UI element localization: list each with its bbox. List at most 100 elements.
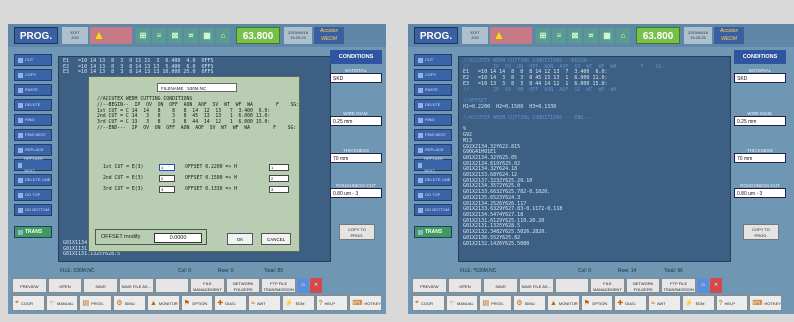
toolbar-button[interactable]: NETWORK FOLDERS xyxy=(225,278,261,293)
program-editor[interactable]: //ACCUTEX WEDM CUTTING CONDITIONS --BEGI… xyxy=(458,56,731,262)
sidebar-icon xyxy=(418,72,423,78)
mode-button-awt[interactable]: ≈ AWT xyxy=(648,295,681,311)
material-select[interactable]: SKD xyxy=(330,73,382,83)
toolbar-button[interactable]: SAVE FILE AS... xyxy=(118,278,154,293)
sidebar-button-replace-next[interactable]: REPLACE NEXT xyxy=(414,156,452,173)
conditions-title[interactable]: CONDITIONS xyxy=(734,50,786,64)
sidebar-button-go-bottom[interactable]: GO BOTTOM xyxy=(414,204,452,216)
cancel-button[interactable]: CANCEL xyxy=(261,233,291,245)
toolbar-button[interactable]: SAVE xyxy=(83,278,118,293)
toolbar-button[interactable]: PREVIEW xyxy=(12,278,47,293)
sidebar-button-cut[interactable]: CUT xyxy=(14,54,52,66)
toolbar-button[interactable]: FTP FILE TRANSMISSION xyxy=(261,278,296,293)
mode-button-option[interactable]: ⚑ OPTION xyxy=(580,295,614,311)
mode-button-prog[interactable]: ▤ PROG. xyxy=(79,295,113,311)
thickness-select[interactable]: 70 mm xyxy=(330,153,382,163)
mode-button-prog[interactable]: ▤ PROG. xyxy=(479,295,513,311)
offset-result-input[interactable]: 2 xyxy=(269,175,289,182)
toolbar-button[interactable]: FILE MANAGEMENT xyxy=(190,278,225,293)
mode-button-help[interactable]: ? HELP xyxy=(715,295,749,311)
sidebar-icon xyxy=(18,229,23,235)
mode-button-hotkey[interactable]: ⌨ HOTKEY xyxy=(749,295,783,311)
offset-input[interactable]: 2 xyxy=(159,175,175,182)
prog-mode-button[interactable]: PROG. xyxy=(414,27,458,44)
mode-button-monitor[interactable]: ▲ MONITOR xyxy=(146,295,180,311)
toolbar-button[interactable]: SAVE FILE AS... xyxy=(518,278,554,293)
home-icon[interactable]: ⌂ xyxy=(297,278,309,293)
toolbar-button[interactable]: SAVE xyxy=(483,278,518,293)
mode-button-monitor[interactable]: ▲ MONITOR xyxy=(546,295,580,311)
mode-button-simu[interactable]: ⚙ SIMU. xyxy=(113,295,146,311)
sidebar-button-find[interactable]: FIND xyxy=(14,114,52,126)
sidebar-button-find[interactable]: FIND xyxy=(414,114,452,126)
wire-diam-select[interactable]: 0.25 mm xyxy=(734,116,786,126)
copy-to-prog-button[interactable]: COPY TO PROG. xyxy=(339,224,375,240)
home-icon[interactable]: ⌂ xyxy=(697,278,709,293)
mode-button-option[interactable]: ⚑ OPTION xyxy=(180,295,214,311)
offset-result-input[interactable]: 3 xyxy=(269,186,289,193)
mode-button-diag[interactable]: ✚ DIAG. xyxy=(614,295,648,311)
thickness-select[interactable]: 70 mm xyxy=(734,153,786,163)
sidebar-button-trans[interactable]: TRANS xyxy=(414,226,452,238)
offset-input[interactable]: 1 xyxy=(159,164,175,171)
exit-icon[interactable]: ✕ xyxy=(710,278,722,293)
ok-button[interactable]: OK xyxy=(227,233,253,245)
offset-modify-input[interactable]: 0.0000 xyxy=(154,233,202,243)
alarm-panel[interactable]: ▲ xyxy=(490,27,532,44)
mode-button-help[interactable]: ? HELP xyxy=(315,295,349,311)
mode-button-coor[interactable]: ⌖ COOR xyxy=(412,295,445,311)
sidebar-button-find-next[interactable]: FIND NEXT xyxy=(14,129,52,141)
mode-button-manual[interactable]: ☜ MANUAL xyxy=(45,295,79,311)
mode-button-simu[interactable]: ⚙ SIMU. xyxy=(513,295,546,311)
mode-button-manual[interactable]: ☜ MANUAL xyxy=(445,295,479,311)
sidebar-button-label: PASTE xyxy=(25,87,38,92)
wire-diam-select[interactable]: 0.25 mm xyxy=(330,116,382,126)
filename-field: FILENAME : 530M.NC xyxy=(157,83,237,92)
sidebar-button-copy[interactable]: COPY xyxy=(414,69,452,81)
sidebar-button-trans[interactable]: TRANS xyxy=(14,226,52,238)
sidebar-button-delete-line[interactable]: DELETE LINE xyxy=(14,174,52,186)
sidebar-button-cut[interactable]: CUT xyxy=(414,54,452,66)
sidebar-button-delete-line[interactable]: DELETE LINE xyxy=(414,174,452,186)
prog-mode-button[interactable]: PROG. xyxy=(14,27,58,44)
toolbar-button[interactable]: FILE MANAGEMENT xyxy=(590,278,625,293)
material-select[interactable]: SKD xyxy=(734,73,786,83)
conditions-title[interactable]: CONDITIONS xyxy=(330,50,382,64)
toolbar-button[interactable] xyxy=(554,278,590,293)
sidebar-button-go-top[interactable]: GO TOP xyxy=(14,189,52,201)
toolbar-button[interactable]: NETWORK FOLDERS xyxy=(625,278,661,293)
roughness-select[interactable]: 0.80 um - 3 xyxy=(330,188,382,198)
sidebar-button-paste[interactable]: PASTE xyxy=(14,84,52,96)
sidebar-button-delete[interactable]: DELETE xyxy=(14,99,52,111)
exit-icon[interactable]: ✕ xyxy=(310,278,322,293)
edit-jog-indicator[interactable]: EDIT JOG xyxy=(462,27,488,44)
sidebar-button-replace-next[interactable]: REPLACE NEXT xyxy=(14,156,52,173)
mode-button-awt[interactable]: ≈ AWT xyxy=(248,295,281,311)
mode-button-diag[interactable]: ✚ DIAG. xyxy=(214,295,248,311)
roughness-select[interactable]: 0.80 um - 3 xyxy=(734,188,786,198)
alarm-panel[interactable]: ▲ xyxy=(90,27,132,44)
sidebar-icon xyxy=(418,207,423,213)
mode-button-edm[interactable]: ⚡ EDM xyxy=(281,295,315,311)
toolbar-button[interactable]: FTP FILE TRANSMISSION xyxy=(661,278,696,293)
offset-input[interactable]: 3 xyxy=(159,186,175,193)
mode-button-label: HELP xyxy=(724,300,735,306)
mode-button-edm[interactable]: ⚡ EDM xyxy=(681,295,715,311)
mode-button-coor[interactable]: ⌖ COOR xyxy=(12,295,45,311)
conditions-text: //ACCUTEX WEDM CUTTING CONDITIONS//--BEG… xyxy=(97,97,299,132)
edit-jog-indicator[interactable]: EDIT JOG xyxy=(62,27,88,44)
sidebar-button-go-top[interactable]: GO TOP xyxy=(414,189,452,201)
offset-result-input[interactable]: 1 xyxy=(269,164,289,171)
toolbar-button[interactable]: OPEN xyxy=(447,278,483,293)
sidebar-button-paste[interactable]: PASTE xyxy=(414,84,452,96)
sidebar-button-go-bottom[interactable]: GO BOTTOM xyxy=(14,204,52,216)
mode-button-hotkey[interactable]: ⌨ HOTKEY xyxy=(349,295,383,311)
sidebar-button-copy[interactable]: COPY xyxy=(14,69,52,81)
toolbar-button[interactable]: PREVIEW xyxy=(412,278,447,293)
sidebar-button-label: COPY xyxy=(425,72,437,77)
toolbar-button[interactable] xyxy=(154,278,190,293)
sidebar-button-delete[interactable]: DELETE xyxy=(414,99,452,111)
sidebar-button-find-next[interactable]: FIND NEXT xyxy=(414,129,452,141)
copy-to-prog-button[interactable]: COPY TO PROG. xyxy=(743,224,779,240)
toolbar-button[interactable]: OPEN xyxy=(47,278,83,293)
